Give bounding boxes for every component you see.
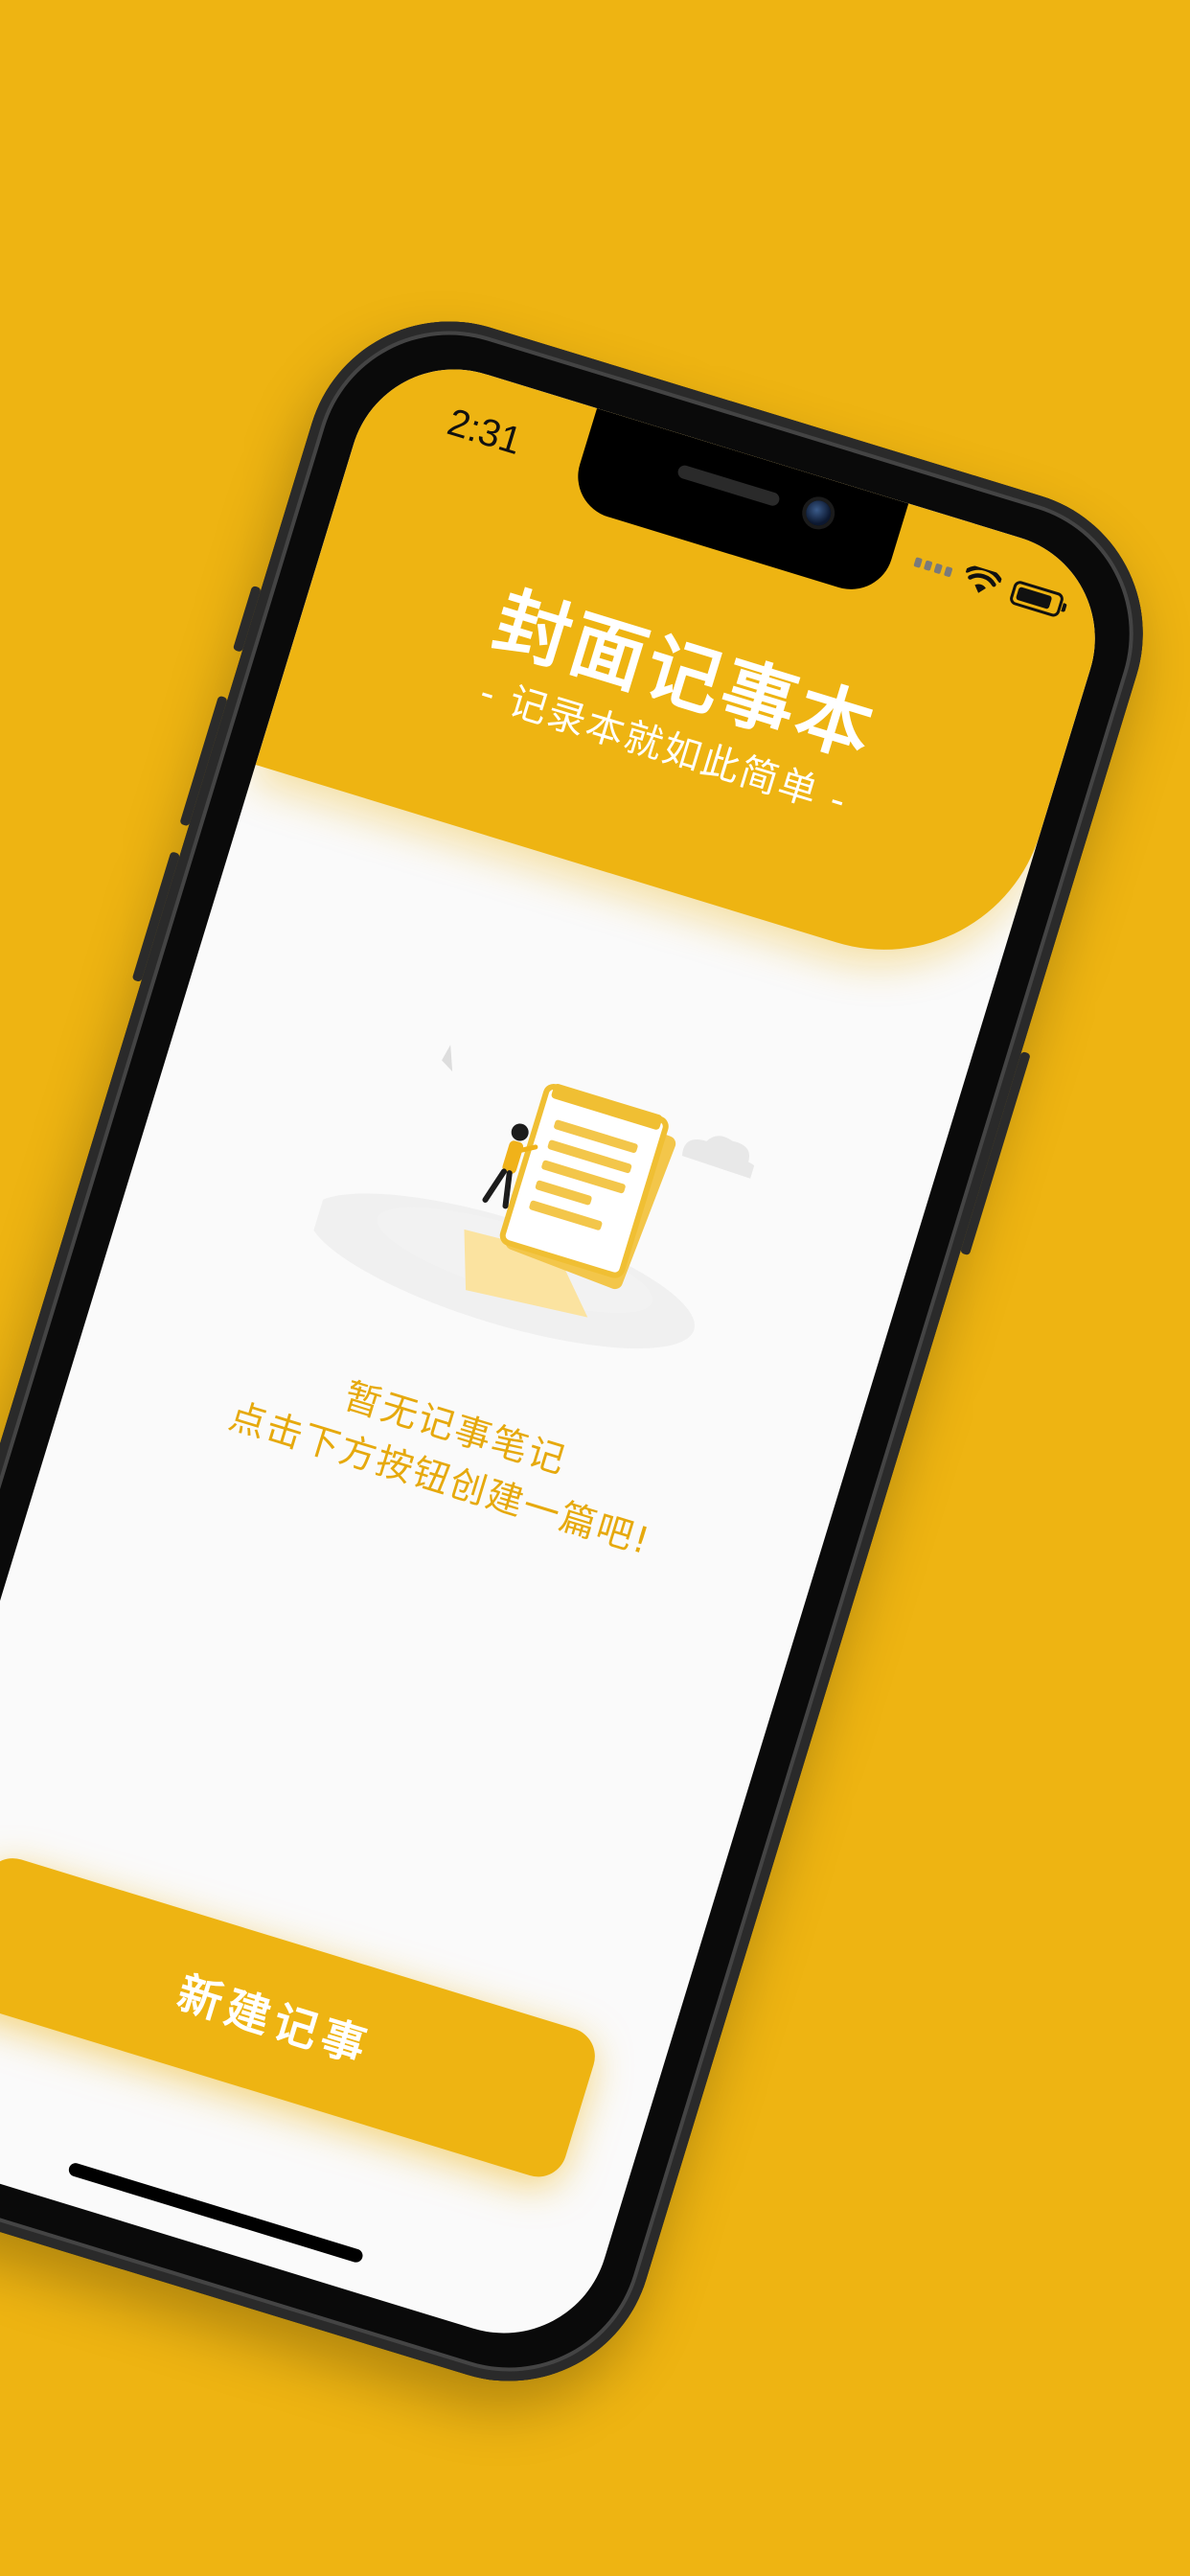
earpiece-speaker xyxy=(675,463,782,508)
wifi-icon xyxy=(965,565,1003,593)
side-button-volume-down xyxy=(131,851,181,983)
new-note-button[interactable]: 新建记事 xyxy=(0,1851,603,2184)
side-button-silent xyxy=(232,585,262,653)
home-indicator[interactable] xyxy=(67,2161,365,2265)
side-button-power xyxy=(959,1050,1031,1256)
status-icons xyxy=(911,549,1065,620)
battery-icon xyxy=(1008,579,1065,619)
notepad-illustration-icon xyxy=(309,1045,758,1349)
status-time: 2:31 xyxy=(442,401,527,464)
app-screen: 2:31 封面记事本 - 记录本就如此简单 - 暂无记事笔记 点击下方按钮创建一… xyxy=(0,343,1122,2359)
front-camera xyxy=(802,497,835,529)
signal-icon xyxy=(913,557,953,578)
phone-device: 2:31 封面记事本 - 记录本就如此简单 - 暂无记事笔记 点击下方按钮创建一… xyxy=(0,286,1179,2417)
side-button-volume-up xyxy=(179,695,228,827)
